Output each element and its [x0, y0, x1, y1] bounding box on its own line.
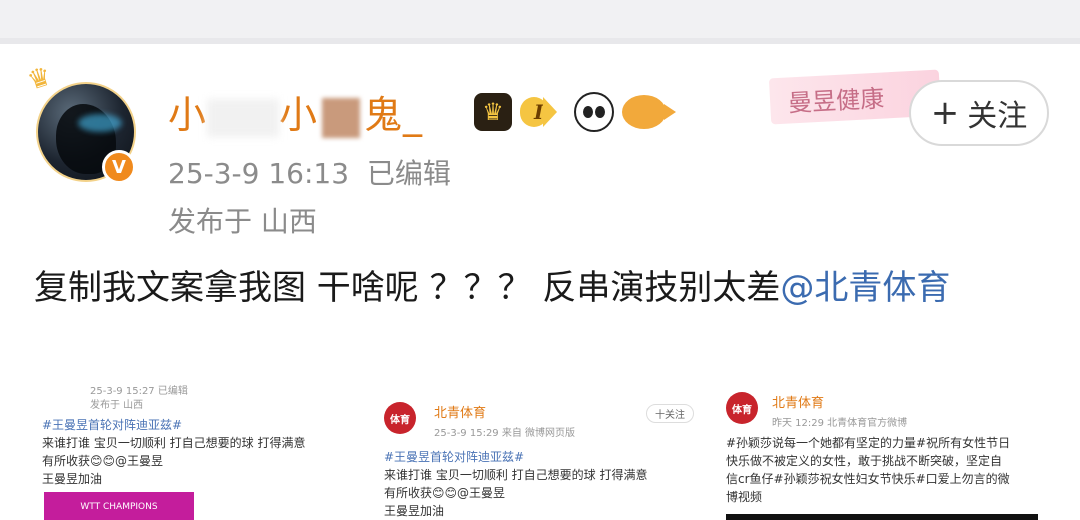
- badge-row: ♛ I: [474, 92, 676, 132]
- card1-meta: 25-3-9 15:27 已编辑: [90, 386, 188, 397]
- card3-name: 北青体育: [772, 396, 825, 411]
- post-time[interactable]: 25-3-9 16:13: [168, 157, 349, 190]
- card1-location: 发布于 山西: [90, 400, 144, 411]
- card1-image: WTT CHAMPIONS: [44, 492, 194, 520]
- card2-line3: 王曼昱加油: [384, 504, 445, 518]
- username-prefix: 小: [168, 93, 208, 137]
- level-crown-icon[interactable]: ♛: [474, 93, 512, 131]
- card3-meta: 昨天 12:29 北青体育官方微博: [772, 418, 908, 429]
- embedded-screenshot-3[interactable]: 体育 北青体育 昨天 12:29 北青体育官方微博 #孙颖莎说每一个她都有坚定的…: [720, 388, 1050, 520]
- card3-line3: 信cr鱼仔#孙颖莎祝女性妇女节快乐#口爱上勿言的微: [726, 472, 1010, 486]
- top-separator: [0, 0, 1080, 44]
- username-blur-2: [322, 97, 361, 138]
- post-body: 复制我文案拿我图 干啥呢 ？？？ 反串演技别太差@北青体育: [34, 262, 1044, 314]
- card2-hashtag: #王曼昱首轮对阵迪亚兹#: [384, 450, 525, 464]
- panda-icon[interactable]: [574, 92, 614, 132]
- username-suffix: 鬼_: [364, 93, 424, 137]
- card3-line1: #孙颖莎说每一个她都有坚定的力量#祝所有女性节日: [726, 436, 1011, 450]
- username-mid: 小: [279, 93, 319, 137]
- post-text: 复制我文案拿我图 干啥呢 ？？？ 反串演技别太差: [34, 268, 781, 308]
- level-badge[interactable]: I: [520, 97, 548, 127]
- card2-meta: 25-3-9 15:29 来自 微博网页版: [434, 428, 576, 439]
- follow-label: 关注: [967, 99, 1028, 134]
- avatar-glow: [78, 114, 122, 132]
- embedded-screenshot-1[interactable]: 25-3-9 15:27 已编辑 发布于 山西 #王曼昱首轮对阵迪亚兹# 来谁打…: [36, 378, 354, 520]
- card1-line3: 王曼昱加油: [42, 472, 103, 486]
- verified-v-icon: V: [102, 150, 136, 184]
- username-blur: [207, 98, 280, 137]
- user-avatar[interactable]: ♛ V: [24, 61, 136, 184]
- card2-avatar: 体育: [384, 402, 416, 434]
- card1-line2: 有所收获😊😊@王曼昱: [42, 454, 164, 468]
- card2-name: 北青体育: [434, 406, 487, 421]
- edited-label[interactable]: 已编辑: [367, 157, 451, 190]
- plus-icon: +: [930, 93, 960, 133]
- embedded-screenshot-2[interactable]: 体育 北青体育 十关注 25-3-9 15:29 来自 微博网页版 #王曼昱首轮…: [378, 394, 708, 520]
- mention-link[interactable]: @北青体育: [780, 268, 950, 308]
- card3-video-bar: [726, 514, 1038, 520]
- card3-avatar: 体育: [726, 392, 758, 424]
- fish-icon[interactable]: [622, 95, 676, 129]
- card1-line1: 来谁打谁 宝贝一切顺利 打自己想要的球 打得满意: [42, 436, 306, 450]
- card2-line2: 有所收获😊😊@王曼昱: [384, 486, 506, 500]
- post-meta: 25-3-9 16:13 已编辑: [168, 152, 451, 192]
- post-location: 发布于 山西: [168, 205, 317, 238]
- card3-line4: 博视频: [726, 490, 763, 504]
- card2-follow: 十关注: [646, 404, 694, 423]
- card1-hashtag: #王曼昱首轮对阵迪亚兹#: [42, 418, 183, 432]
- crown-icon: ♛: [23, 61, 56, 97]
- username[interactable]: 小 小 鬼_: [168, 84, 423, 139]
- card3-line2: 快乐做不被定义的女性，敢于挑战不断突破，坚定自: [726, 454, 1003, 468]
- follow-button[interactable]: + 关注: [909, 80, 1049, 146]
- card2-line1: 来谁打谁 宝贝一切顺利 打自己想要的球 打得满意: [384, 468, 648, 482]
